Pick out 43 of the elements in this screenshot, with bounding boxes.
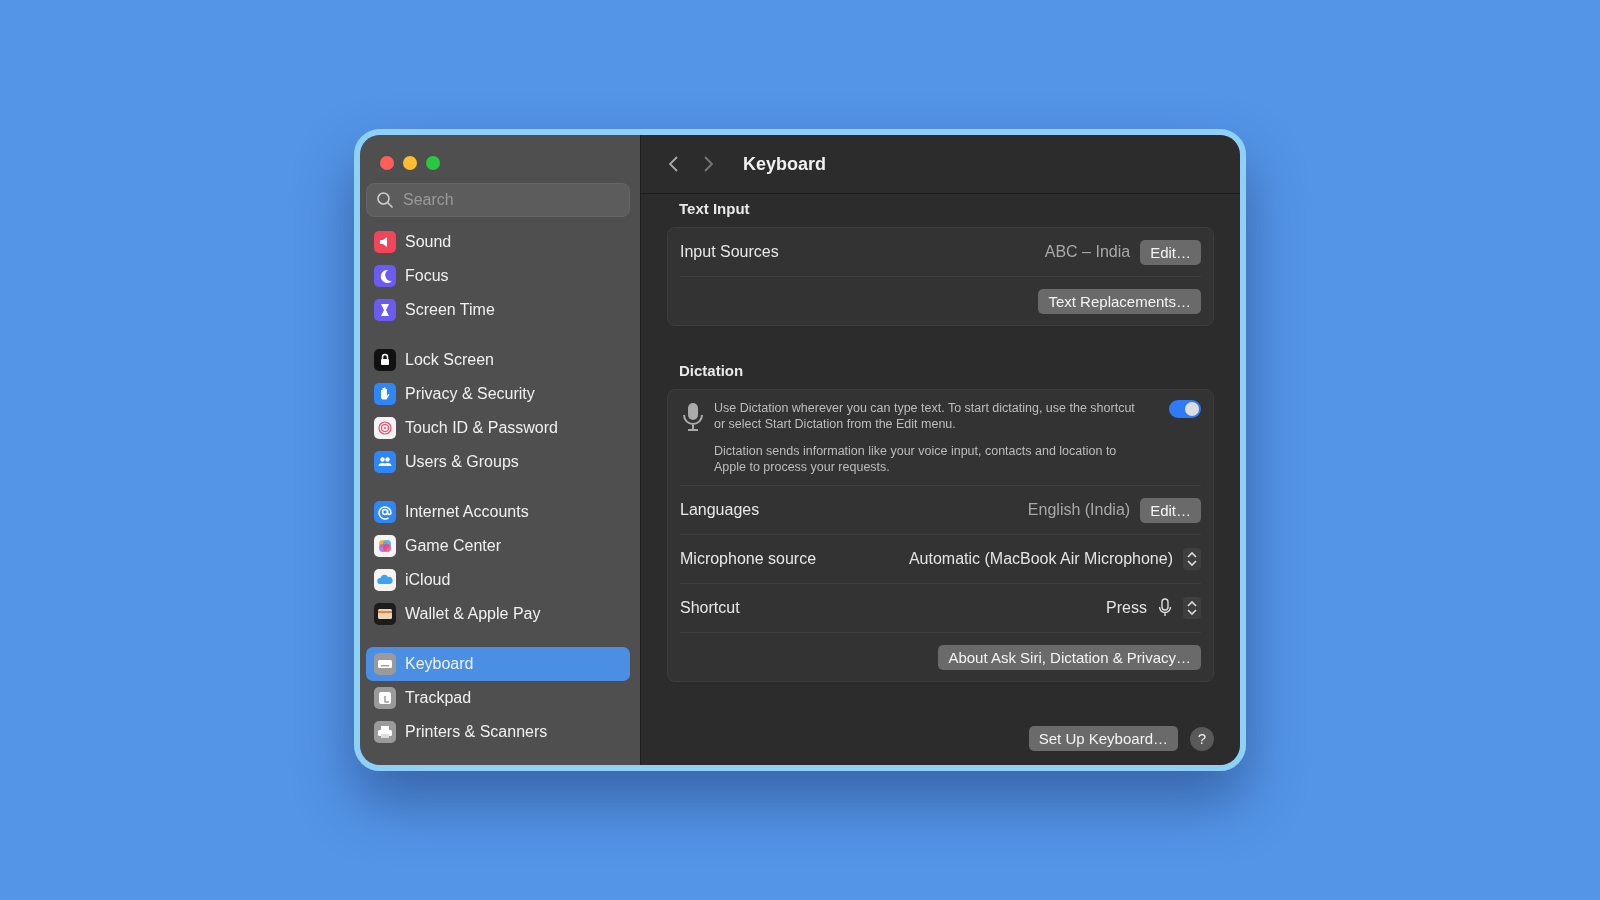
edit-button[interactable]: Edit… xyxy=(1140,497,1201,523)
sidebar-item[interactable]: Trackpad xyxy=(366,681,630,715)
setting-label: Input Sources xyxy=(680,243,780,261)
popup-value[interactable]: Automatic (MacBook Air Microphone) xyxy=(908,550,1173,568)
setting-value: English (India) xyxy=(1027,501,1131,519)
dictation-description: Use Dictation wherever you can type text. To start dictating, use the shortcut or select Start Dictation from the Edit menu. xyxy=(714,400,1136,433)
window-control[interactable] xyxy=(403,156,417,170)
window-control[interactable] xyxy=(426,156,440,170)
sidebar-item[interactable]: iCloud xyxy=(366,563,630,597)
window-title: Keyboard xyxy=(743,153,827,175)
sidebar-item[interactable]: Game Center xyxy=(366,529,630,563)
sidebar-item[interactable]: Privacy & Security xyxy=(366,377,630,411)
search-field[interactable]: Search xyxy=(366,183,630,217)
stepper-icon[interactable] xyxy=(1183,548,1201,570)
sidebar-item[interactable]: Users & Groups xyxy=(366,445,630,479)
settings-button[interactable]: About Ask Siri, Dictation & Privacy… xyxy=(938,644,1201,670)
setting-label: Languages xyxy=(680,501,761,519)
setting-label: Microphone source xyxy=(680,550,818,568)
forward-icon[interactable] xyxy=(701,155,715,173)
privacy-note: Dictation sends information like your voice input, contacts and location to Apple to process your requests. xyxy=(714,442,1118,475)
back-icon[interactable] xyxy=(667,155,681,173)
stepper-icon[interactable] xyxy=(1183,597,1201,619)
section-title: Dictation xyxy=(678,361,745,381)
sidebar-item[interactable]: Printers & Scanners xyxy=(366,715,630,749)
sidebar-item[interactable]: Wallet & Apple Pay xyxy=(366,597,630,631)
set-up-keyboard-button[interactable]: Set Up Keyboard… xyxy=(1028,726,1178,751)
section-title: Text Input xyxy=(678,199,751,219)
popup-value[interactable]: Press xyxy=(1106,599,1147,617)
sidebar-item[interactable]: Sound xyxy=(366,225,630,259)
setting-value: ABC – India xyxy=(1044,243,1131,261)
edit-button[interactable]: Edit… xyxy=(1140,239,1201,265)
sidebar-item[interactable]: Screen Time xyxy=(366,293,630,327)
sidebar-item[interactable]: Lock Screen xyxy=(366,343,630,377)
setting-label: Shortcut xyxy=(680,599,741,617)
sidebar-item[interactable]: Touch ID & Password xyxy=(366,411,630,445)
settings-button[interactable]: Text Replacements… xyxy=(1038,288,1201,314)
window-control[interactable] xyxy=(380,156,394,170)
dictation-toggle[interactable] xyxy=(1169,400,1201,418)
sidebar-item[interactable]: Internet Accounts xyxy=(366,495,630,529)
microphone-icon xyxy=(1157,598,1173,618)
help-button[interactable]: ? xyxy=(1190,726,1214,751)
microphone-icon xyxy=(680,402,706,432)
sidebar-item[interactable]: Focus xyxy=(366,259,630,293)
